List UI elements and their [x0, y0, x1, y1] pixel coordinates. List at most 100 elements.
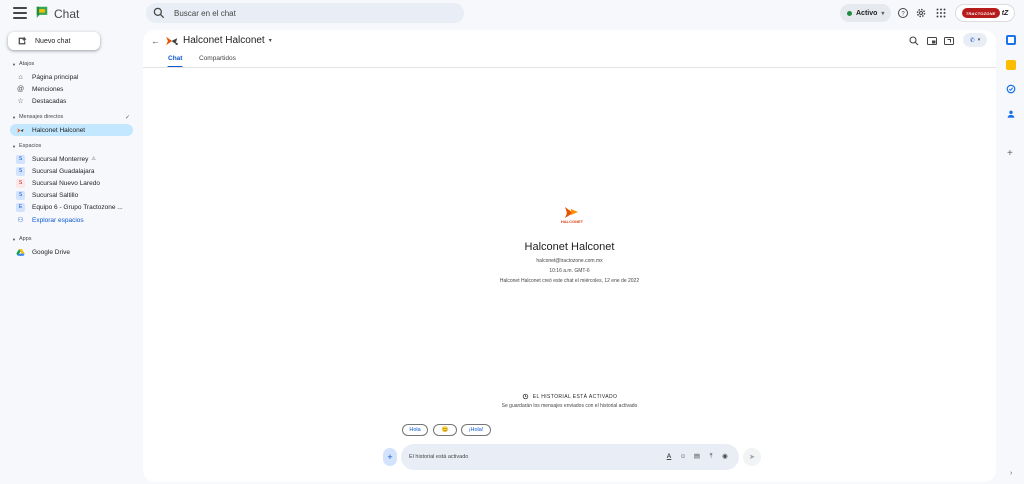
search-bar[interactable]	[146, 3, 464, 23]
search-icon[interactable]	[908, 35, 920, 47]
apps-grid-icon[interactable]	[935, 7, 947, 19]
space-avatar: S	[16, 154, 25, 164]
history-status-subtitle: Se guardarán los mensajes enviados con e…	[501, 403, 638, 409]
space-avatar: E	[16, 202, 25, 212]
open-in-new-window-icon[interactable]	[943, 35, 955, 47]
tab-chat[interactable]: Chat	[166, 55, 184, 68]
send-button[interactable]: ➤	[743, 448, 761, 466]
space-avatar: S	[16, 166, 25, 176]
contact-name: Halconet Halconet	[524, 241, 615, 253]
add-attachment-button[interactable]: +	[383, 448, 397, 466]
add-app-icon[interactable]: +	[1007, 148, 1013, 159]
collapse-arrow-icon: ▼	[12, 236, 16, 242]
spaces-heading: Espacios	[18, 143, 42, 149]
collapse-arrow-icon: ▼	[12, 143, 16, 149]
back-arrow-icon[interactable]: ←	[151, 36, 160, 46]
contact-local-time: 10:16 a.m. GMT-6	[549, 268, 590, 274]
search-icon	[153, 7, 165, 19]
conversation-panel: ← Halconet Halconet ▾ Chat Compartidos ✆…	[143, 30, 996, 482]
sidebar-item-label: Sucursal Guadalajara	[32, 167, 95, 175]
shortcuts-section-header[interactable]: ▼ Atajos	[12, 61, 34, 67]
explore-spaces-link[interactable]: ⚇ Explorar espacios	[10, 214, 133, 226]
search-input[interactable]	[174, 8, 424, 18]
conversation-title[interactable]: Halconet Halconet ▾	[183, 35, 272, 46]
direct-messages-heading: Mensajes directos	[18, 114, 64, 120]
sidebar-item-label: Menciones	[32, 85, 64, 93]
sidebar-item-label: Sucursal Monterrey	[32, 155, 89, 163]
mark-read-icon[interactable]: ✓	[125, 114, 130, 121]
collapse-arrow-icon: ▼	[12, 61, 16, 67]
sidebar-item-sucursal-monterrey[interactable]: S Sucursal Monterrey ⚠	[10, 153, 133, 165]
conversation-title-label: Halconet Halconet	[183, 35, 265, 46]
quick-reply-chip[interactable]: Hola	[402, 424, 428, 436]
chevron-down-icon: ▾	[268, 38, 272, 44]
text-format-icon[interactable]: A	[665, 453, 673, 461]
sidebar-item-equipo-6[interactable]: E Equipo 6 - Grupo Tractozone ...	[10, 201, 133, 213]
warning-icon: ⚠	[91, 156, 96, 162]
sidebar-item-sucursal-guadalajara[interactable]: S Sucursal Guadalajara	[10, 165, 133, 177]
brand-logo: TRACTOZONE	[961, 8, 1000, 18]
sidebar-item-sucursal-saltillo[interactable]: S Sucursal Saltillo	[10, 189, 133, 201]
sidebar-item-home[interactable]: ⌂ Página principal	[10, 71, 133, 83]
contacts-icon[interactable]	[1006, 109, 1016, 119]
sidebar-item-label: Sucursal Nuevo Laredo	[32, 179, 100, 187]
sidebar-item-label: Google Drive	[32, 248, 70, 256]
halconet-logo: HALCONET	[561, 207, 584, 224]
main-menu-icon[interactable]	[13, 7, 27, 19]
phone-icon: ✆	[969, 37, 975, 44]
quick-reply-chip[interactable]: 😊	[433, 424, 457, 436]
sidebar-item-mentions[interactable]: @ Menciones	[10, 83, 133, 95]
status-selector[interactable]: Activo ▾	[840, 4, 892, 22]
call-button[interactable]: ✆ ▾	[963, 33, 987, 47]
sidebar-item-label: Halconet Halconet	[32, 126, 86, 134]
account-avatar: tZ	[1001, 9, 1009, 17]
status-label: Activo	[856, 9, 878, 17]
app-title: Chat	[54, 7, 80, 21]
upload-icon[interactable]: ⤒	[707, 453, 715, 461]
collapse-arrow-icon: ▼	[12, 114, 16, 120]
help-icon[interactable]: ?	[897, 7, 909, 19]
sidebar-item-starred[interactable]: ☆ Destacadas	[10, 95, 133, 107]
tasks-icon[interactable]	[1006, 84, 1016, 94]
message-composer[interactable]: A ☺ ▤ ⤒ ◉	[401, 444, 739, 470]
sidebar-item-sucursal-nuevo-laredo[interactable]: S Sucursal Nuevo Laredo	[10, 177, 133, 189]
chat-created-notice: Halconet Halconet creó este chat el miér…	[499, 278, 640, 284]
settings-gear-icon[interactable]	[915, 7, 927, 19]
chat-logo-icon	[36, 6, 48, 18]
sidebar-item-halconet[interactable]: Halconet Halconet	[10, 124, 133, 136]
emoji-icon[interactable]: ☺	[679, 453, 687, 461]
sidebar-item-label: Destacadas	[32, 97, 67, 105]
shortcuts-heading: Atajos	[18, 61, 35, 67]
explore-spaces-label: Explorar espacios	[32, 216, 84, 224]
history-icon	[522, 393, 528, 400]
tab-shared[interactable]: Compartidos	[199, 55, 236, 62]
top-bar: Chat Activo ▾ ? TRACTOZONE tZ	[0, 0, 1024, 28]
new-chat-button[interactable]: Nuevo chat	[8, 32, 100, 50]
svg-text:?: ?	[901, 11, 905, 17]
spaces-section-header[interactable]: ▼ Espacios	[12, 143, 41, 149]
account-switcher[interactable]: TRACTOZONE tZ	[955, 4, 1015, 22]
status-dot-icon	[847, 10, 852, 16]
apps-section-header[interactable]: ▼ Apps	[12, 236, 32, 242]
contact-email: halconet@tractozone.com.mx	[536, 258, 603, 264]
keep-icon[interactable]	[1006, 60, 1016, 70]
expand-panel-icon[interactable]: ›	[1010, 470, 1012, 477]
drive-icon	[16, 248, 25, 256]
quick-reply-chip[interactable]: ¡Hola!	[461, 424, 491, 436]
tab-divider	[143, 67, 996, 68]
message-input[interactable]	[409, 454, 659, 460]
sidebar-item-label: Sucursal Saltillo	[32, 191, 79, 199]
at-icon: @	[16, 85, 25, 93]
direct-messages-section-header[interactable]: ▼ Mensajes directos ✓	[12, 114, 130, 121]
space-avatar: S	[16, 178, 25, 188]
sidebar-item-google-drive[interactable]: Google Drive	[10, 246, 133, 258]
history-status-label: EL HISTORIAL ESTÁ ACTIVADO	[532, 393, 618, 400]
sidebar-item-label: Página principal	[32, 73, 79, 81]
chevron-down-icon: ▾	[881, 10, 885, 17]
picture-in-picture-icon[interactable]	[926, 35, 938, 47]
record-video-icon[interactable]: ◉	[721, 453, 729, 461]
calendar-icon[interactable]	[1006, 35, 1016, 45]
gif-sticker-icon[interactable]: ▤	[693, 453, 701, 461]
halconet-avatar-icon	[166, 36, 178, 46]
sidebar-item-label: Equipo 6 - Grupo Tractozone ...	[32, 203, 123, 211]
